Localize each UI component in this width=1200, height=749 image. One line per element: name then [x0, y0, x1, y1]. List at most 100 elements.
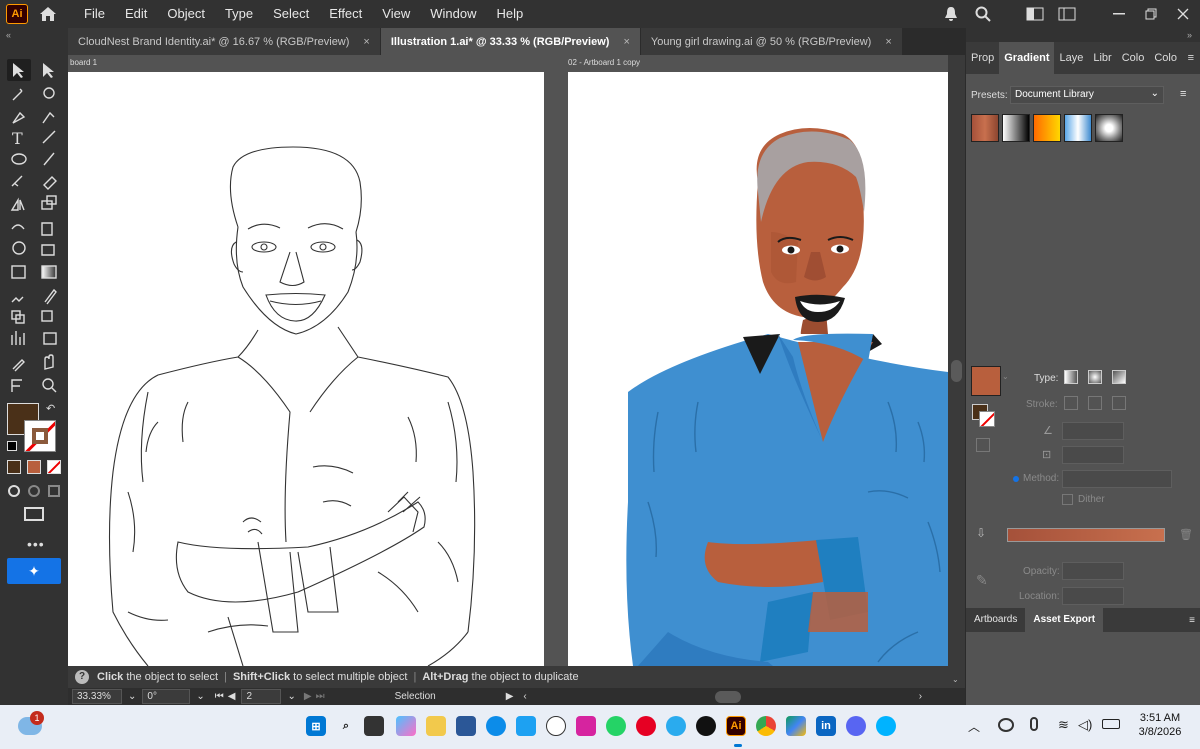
minimize-icon[interactable]: [1110, 5, 1128, 23]
scroll-right-icon[interactable]: ›: [919, 691, 922, 702]
close-icon[interactable]: [1174, 5, 1192, 23]
edge-icon[interactable]: [486, 716, 506, 736]
draw-inside-icon[interactable]: [48, 485, 60, 497]
menu-view[interactable]: View: [372, 0, 420, 28]
canvas-area[interactable]: board 1 02 - Artboard 1 copy: [68, 55, 948, 666]
gradient-mode-button[interactable]: [27, 460, 41, 474]
chrome-icon[interactable]: [756, 716, 776, 736]
status-menu-icon[interactable]: ▶: [506, 691, 514, 702]
file-explorer-icon[interactable]: [426, 716, 446, 736]
microphone-icon[interactable]: [1030, 717, 1038, 731]
menu-window[interactable]: Window: [420, 0, 486, 28]
tab-young-girl[interactable]: Young girl drawing.ai @ 50 % (RGB/Previe…: [640, 28, 903, 55]
toolbar-collapse[interactable]: «: [0, 28, 68, 55]
linkedin-icon[interactable]: in: [816, 716, 836, 736]
generative-ai-button[interactable]: ✦: [7, 558, 61, 584]
chatgpt-icon[interactable]: [546, 716, 566, 736]
tab-illustration-1[interactable]: Illustration 1.ai* @ 33.33 % (RGB/Previe…: [380, 28, 641, 55]
more-tools-icon[interactable]: •••: [27, 536, 45, 552]
menu-select[interactable]: Select: [263, 0, 319, 28]
horizontal-scroll-thumb[interactable]: [714, 690, 741, 703]
canva-icon[interactable]: [876, 716, 896, 736]
screen-mode-icon[interactable]: [24, 507, 44, 521]
artboard-1-line-drawing[interactable]: [68, 72, 544, 666]
instagram-icon[interactable]: [576, 716, 596, 736]
clock[interactable]: 3:51 AM 3/8/2026: [1130, 712, 1190, 738]
next-artboard-icon[interactable]: ▶: [304, 691, 312, 702]
menu-type[interactable]: Type: [215, 0, 263, 28]
preset-swatch-bw[interactable]: [1002, 114, 1030, 142]
opacity-field[interactable]: [1062, 562, 1124, 580]
close-tab-icon[interactable]: ×: [885, 36, 891, 48]
menu-effect[interactable]: Effect: [319, 0, 372, 28]
start-icon[interactable]: ⊞: [306, 716, 326, 736]
battery-icon[interactable]: [1102, 719, 1120, 729]
default-colors-icon[interactable]: [7, 441, 17, 451]
vertical-scrollbar[interactable]: ⌄: [948, 55, 965, 688]
artboard-2-color-illustration[interactable]: [568, 72, 948, 666]
home-icon[interactable]: [34, 0, 62, 28]
tab-layers[interactable]: Laye: [1054, 42, 1088, 74]
tab-color[interactable]: Colo: [1117, 42, 1150, 74]
layout-icon[interactable]: [1026, 5, 1044, 23]
color-mode-button[interactable]: [7, 460, 21, 474]
menu-object[interactable]: Object: [157, 0, 215, 28]
volume-icon[interactable]: ◁): [1078, 717, 1092, 733]
rotation-field[interactable]: 0°: [142, 689, 191, 704]
tab-cloudnest[interactable]: CloudNest Brand Identity.ai* @ 16.67 % (…: [68, 28, 381, 55]
none-mode-button[interactable]: [47, 460, 61, 474]
whatsapp-icon[interactable]: [606, 716, 626, 736]
stroke-along-button[interactable]: [1088, 396, 1102, 410]
scroll-left-icon[interactable]: ‹: [523, 691, 526, 702]
reverse-gradient-icon[interactable]: [976, 438, 990, 452]
tab-asset-export[interactable]: Asset Export: [1025, 608, 1104, 632]
linear-gradient-button[interactable]: [1064, 370, 1078, 384]
stroke-within-button[interactable]: [1064, 396, 1078, 410]
task-view-icon[interactable]: [364, 716, 384, 736]
tab-libraries[interactable]: Libr: [1088, 42, 1116, 74]
last-artboard-icon[interactable]: ⏭: [316, 691, 325, 702]
stroke-across-button[interactable]: [1112, 396, 1126, 410]
tab-gradient[interactable]: Gradient: [999, 42, 1055, 74]
search-icon[interactable]: [974, 5, 992, 23]
gradient-tool-icon[interactable]: ⇩: [976, 526, 986, 540]
menu-edit[interactable]: Edit: [115, 0, 157, 28]
bell-icon[interactable]: [942, 5, 960, 23]
taskbar-search-icon[interactable]: ⌕: [336, 716, 356, 736]
scroll-down-icon[interactable]: ⌄: [952, 675, 959, 684]
gradient-slider[interactable]: [1007, 528, 1165, 542]
swap-colors-icon[interactable]: ↶: [46, 402, 55, 415]
wifi-icon[interactable]: ≋: [1058, 717, 1069, 733]
zoom-field[interactable]: 33.33%: [72, 689, 122, 704]
eyedropper-icon[interactable]: ✎: [976, 572, 988, 589]
stroke-swatch[interactable]: [24, 420, 56, 452]
artboard-dropdown-icon[interactable]: ⌄: [287, 691, 295, 702]
onedrive-icon[interactable]: [998, 718, 1014, 732]
presets-menu-icon[interactable]: ≡: [1180, 88, 1186, 100]
help-icon[interactable]: ?: [75, 670, 89, 684]
store-icon[interactable]: [456, 716, 476, 736]
method-dropdown[interactable]: [1062, 470, 1172, 488]
preset-swatch-orange[interactable]: [1033, 114, 1061, 142]
panel-icon[interactable]: [1058, 5, 1076, 23]
scroll-thumb[interactable]: [951, 360, 962, 382]
illustrator-taskbar-icon[interactable]: Ai: [726, 716, 746, 736]
zoom-dropdown-icon[interactable]: ⌄: [128, 691, 136, 702]
artboard-number-field[interactable]: 2: [241, 689, 282, 704]
app-icon-dark[interactable]: [696, 716, 716, 736]
tab-properties[interactable]: Prop: [966, 42, 999, 74]
twitter-icon[interactable]: [516, 716, 536, 736]
tab-artboards[interactable]: Artboards: [966, 608, 1025, 632]
close-tab-icon[interactable]: ×: [623, 36, 629, 48]
dither-checkbox[interactable]: [1062, 494, 1073, 505]
bottom-panel-menu-icon[interactable]: ≡: [1189, 615, 1195, 626]
first-artboard-icon[interactable]: ⏮: [215, 691, 224, 702]
draw-behind-icon[interactable]: [28, 485, 40, 497]
preset-swatch-radial[interactable]: [1095, 114, 1123, 142]
google-drive-icon[interactable]: [786, 716, 806, 736]
rotation-dropdown-icon[interactable]: ⌄: [196, 691, 204, 702]
pinterest-icon[interactable]: [636, 716, 656, 736]
telegram-icon[interactable]: [666, 716, 686, 736]
freeform-gradient-button[interactable]: [1112, 370, 1126, 384]
gradient-preview-dropdown-icon[interactable]: ⌄: [1002, 372, 1009, 381]
